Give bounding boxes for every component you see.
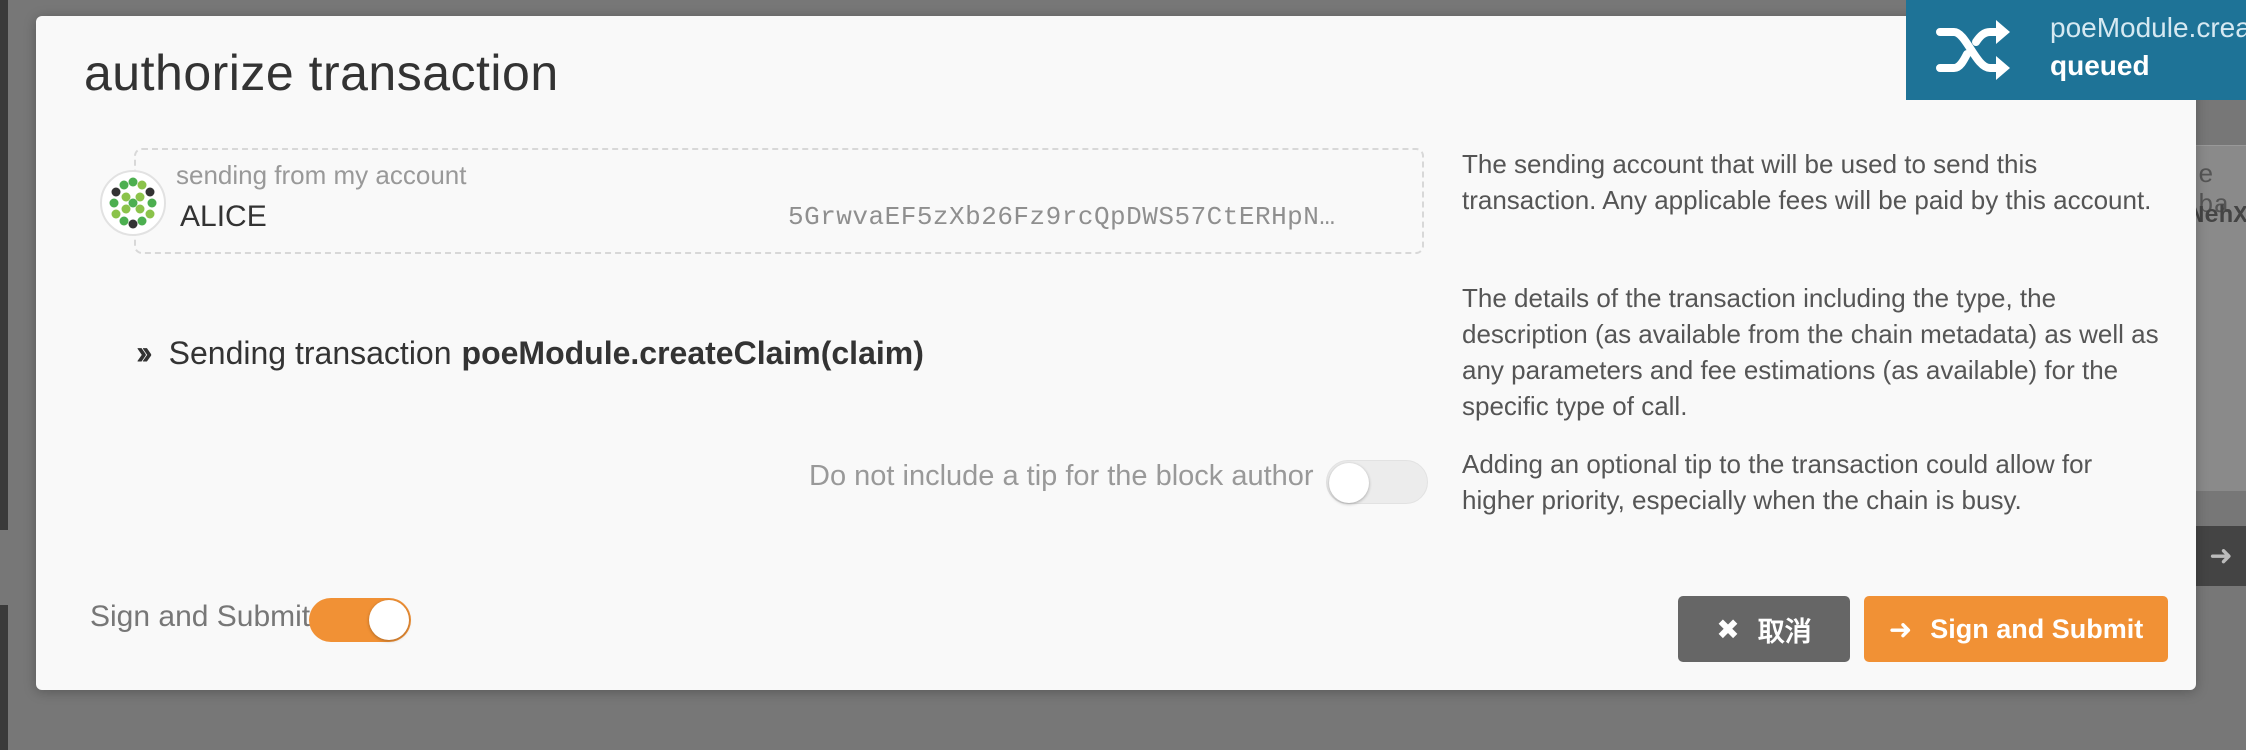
modal-title: authorize transaction: [84, 45, 559, 101]
transaction-prefix: Sending transaction: [168, 335, 452, 371]
background-button: ➜: [2196, 526, 2246, 586]
transaction-summary[interactable]: ›› Sending transaction poeModule.createC…: [136, 334, 924, 373]
toast-status: queued: [2050, 50, 2150, 81]
close-icon: ✖: [1716, 613, 1740, 645]
cancel-button-label: 取消: [1757, 616, 1812, 647]
sign-and-submit-button[interactable]: ➜ Sign and Submit: [1864, 596, 2168, 662]
tip-toggle[interactable]: [1326, 460, 1428, 504]
help-tip: Adding an optional tip to the transactio…: [1462, 449, 2093, 515]
toggle-knob: [1329, 463, 1369, 503]
sign-and-submit-button-label: Sign and Submit: [1930, 613, 2144, 644]
help-details: The details of the transaction including…: [1462, 283, 2159, 421]
background-sidebar: [0, 0, 8, 530]
tip-label: Do not include a tip for the block autho…: [809, 460, 1314, 492]
toast-title: poeModule.createClaim: [2050, 12, 2246, 43]
authorize-transaction-modal: authorize transaction sending from my ac…: [36, 16, 2196, 690]
account-label: sending from my account: [176, 160, 467, 190]
sign-in-icon: ➜: [1888, 613, 1913, 645]
background-sidebar-lower: [0, 605, 8, 750]
account-address: 5GrwvaEF5zXb26Fz9rcQpDWS57CtERHpN…: [788, 202, 1336, 232]
account-avatar-icon: [100, 170, 166, 236]
status-toast[interactable]: poeModule.createClaim queued: [1906, 0, 2246, 100]
account-name: ALICE: [180, 200, 267, 233]
shuffle-icon: [1936, 18, 2012, 87]
transaction-method: poeModule.createClaim(claim): [461, 335, 924, 371]
help-account: The sending account that will be used to…: [1462, 149, 2152, 215]
background-address: NehX: [2190, 203, 2246, 230]
sign-in-icon: ➜: [2209, 540, 2233, 571]
chevron-double-right-icon: ››: [136, 334, 152, 372]
sign-and-submit-toggle[interactable]: [309, 598, 411, 642]
cancel-button[interactable]: ✖ 取消: [1678, 596, 1850, 662]
toggle-knob: [369, 600, 409, 640]
sign-and-submit-label: Sign and Submit: [90, 600, 311, 633]
